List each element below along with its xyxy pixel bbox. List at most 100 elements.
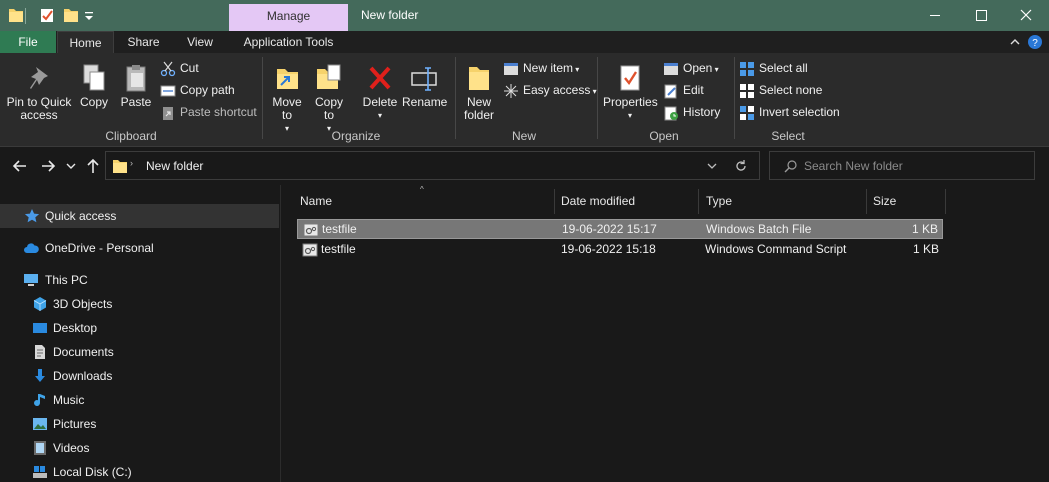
move-to-button[interactable]: Move to ▾ xyxy=(268,63,306,135)
video-icon xyxy=(34,441,46,455)
tab-application-tools[interactable]: Application Tools xyxy=(229,31,348,53)
tab-share[interactable]: Share xyxy=(116,31,171,53)
ribbon-tab-bar: File Home Share View Application Tools ? xyxy=(0,31,1049,53)
nav-item-videos[interactable]: Videos xyxy=(0,436,279,460)
invert-selection-button[interactable]: Invert selection xyxy=(739,103,840,123)
paste-button[interactable]: Paste xyxy=(118,63,154,109)
group-label-open: Open xyxy=(649,129,679,143)
pictures-icon xyxy=(33,418,47,430)
easy-access-button[interactable]: Easy access ▾ xyxy=(503,81,597,101)
tab-home[interactable]: Home xyxy=(57,31,114,53)
copy-button[interactable]: Copy xyxy=(76,63,112,109)
table-row[interactable]: testfile 19-06-2022 15:18 Windows Comman… xyxy=(297,240,943,260)
select-all-button[interactable]: Select all xyxy=(739,59,808,79)
nav-item-local-disk[interactable]: Local Disk (C:) xyxy=(0,460,279,482)
copy-path-button[interactable]: Copy path xyxy=(160,81,235,101)
history-button[interactable]: History xyxy=(663,103,720,123)
new-folder-label: New folder xyxy=(463,95,495,122)
column-header-type[interactable]: Type xyxy=(706,189,732,214)
nav-item-documents[interactable]: Documents xyxy=(0,340,279,364)
move-to-label: Move to xyxy=(272,95,302,122)
search-input[interactable] xyxy=(804,157,1024,175)
new-folder-icon[interactable] xyxy=(63,6,79,24)
tab-view[interactable]: View xyxy=(173,31,227,53)
chevron-up-icon[interactable] xyxy=(1007,34,1023,50)
copy-to-button[interactable]: Copy to ▾ xyxy=(310,63,348,135)
file-date: 19-06-2022 15:18 xyxy=(561,242,656,256)
column-header-name[interactable]: Name xyxy=(300,189,332,214)
new-folder-button[interactable]: New folder xyxy=(460,63,498,122)
properties-button[interactable]: Properties ▾ xyxy=(603,63,658,122)
chevron-down-icon[interactable] xyxy=(705,159,719,173)
column-divider[interactable] xyxy=(866,189,867,214)
nav-item-3d-objects[interactable]: 3D Objects xyxy=(0,292,279,316)
column-divider[interactable] xyxy=(554,189,555,214)
nav-label: 3D Objects xyxy=(53,297,113,311)
column-header-date-modified[interactable]: Date modified xyxy=(561,189,635,214)
file-type: Windows Command Script xyxy=(705,242,847,256)
table-row[interactable]: testfile 19-06-2022 15:17 Windows Batch … xyxy=(297,219,943,239)
nav-item-pictures[interactable]: Pictures xyxy=(0,412,279,436)
maximize-icon[interactable] xyxy=(958,0,1004,31)
title-bar: Manage New folder xyxy=(0,0,1049,31)
ribbon: Pin to Quick access Copy Paste Cut Copy … xyxy=(0,53,1049,147)
help-icon[interactable]: ? xyxy=(1027,34,1043,50)
select-none-button[interactable]: Select none xyxy=(739,81,822,101)
nav-item-downloads[interactable]: Downloads xyxy=(0,364,279,388)
paste-shortcut-label: Paste shortcut xyxy=(180,105,257,119)
nav-item-music[interactable]: Music xyxy=(0,388,279,412)
breadcrumb-current[interactable]: New folder xyxy=(146,159,203,173)
nav-item-quick-access[interactable]: Quick access xyxy=(0,204,279,228)
edit-button[interactable]: Edit xyxy=(663,81,704,101)
edit-label: Edit xyxy=(683,83,704,97)
tab-file[interactable]: File xyxy=(0,31,56,53)
paste-shortcut-button[interactable]: Paste shortcut xyxy=(160,103,257,123)
sort-indicator-icon: ^ xyxy=(420,185,424,194)
column-header-size[interactable]: Size xyxy=(873,189,896,214)
toolbar-divider xyxy=(25,8,26,24)
file-name: testfile xyxy=(322,222,357,236)
nav-item-desktop[interactable]: Desktop xyxy=(0,316,279,340)
forward-arrow-icon[interactable] xyxy=(38,156,58,176)
column-divider[interactable] xyxy=(945,189,946,214)
group-label-organize: Organize xyxy=(331,129,381,143)
pin-to-quick-access-button[interactable]: Pin to Quick access xyxy=(3,63,75,122)
open-label: Open xyxy=(683,61,713,75)
file-list: ^ Name Date modified Type Size testfile … xyxy=(282,185,1049,482)
folder-icon xyxy=(113,160,127,173)
easy-access-label: Easy access xyxy=(523,83,591,97)
nav-label: Videos xyxy=(53,441,90,455)
properties-label: Properties xyxy=(603,95,658,109)
nav-item-this-pc[interactable]: This PC xyxy=(0,268,279,292)
search-box[interactable] xyxy=(769,151,1035,180)
column-divider[interactable] xyxy=(698,189,699,214)
minimize-icon[interactable] xyxy=(912,0,958,31)
paste-shortcut-icon xyxy=(163,107,173,120)
delete-button[interactable]: Delete ▾ xyxy=(360,63,400,122)
nav-label: This PC xyxy=(45,273,88,287)
recent-locations-chevron-icon[interactable] xyxy=(64,156,78,176)
properties-icon[interactable] xyxy=(39,6,55,24)
customize-toolbar-icon[interactable] xyxy=(84,6,94,24)
move-to-icon xyxy=(277,69,298,89)
cut-button[interactable]: Cut xyxy=(160,59,199,79)
nav-label: Local Disk (C:) xyxy=(53,465,132,479)
desktop-icon xyxy=(33,323,47,333)
nav-label: Desktop xyxy=(53,321,98,335)
back-arrow-icon[interactable] xyxy=(10,156,30,176)
pin-icon xyxy=(30,67,48,89)
breadcrumb-chevron-icon[interactable]: › xyxy=(130,158,133,168)
copy-to-icon xyxy=(317,64,341,89)
address-bar[interactable]: › New folder xyxy=(105,151,760,180)
refresh-icon[interactable] xyxy=(734,159,748,173)
history-label: History xyxy=(683,105,721,119)
cube-icon xyxy=(33,297,47,311)
open-button[interactable]: Open ▾ xyxy=(663,59,719,79)
nav-item-onedrive[interactable]: OneDrive - Personal xyxy=(0,236,279,260)
up-arrow-icon[interactable] xyxy=(83,156,103,176)
rename-button[interactable]: Rename xyxy=(402,63,447,109)
close-icon[interactable] xyxy=(1003,0,1049,31)
file-size: 1 KB xyxy=(911,222,938,236)
manage-tab[interactable]: Manage xyxy=(229,4,348,31)
new-item-button[interactable]: New item ▾ xyxy=(503,59,579,79)
